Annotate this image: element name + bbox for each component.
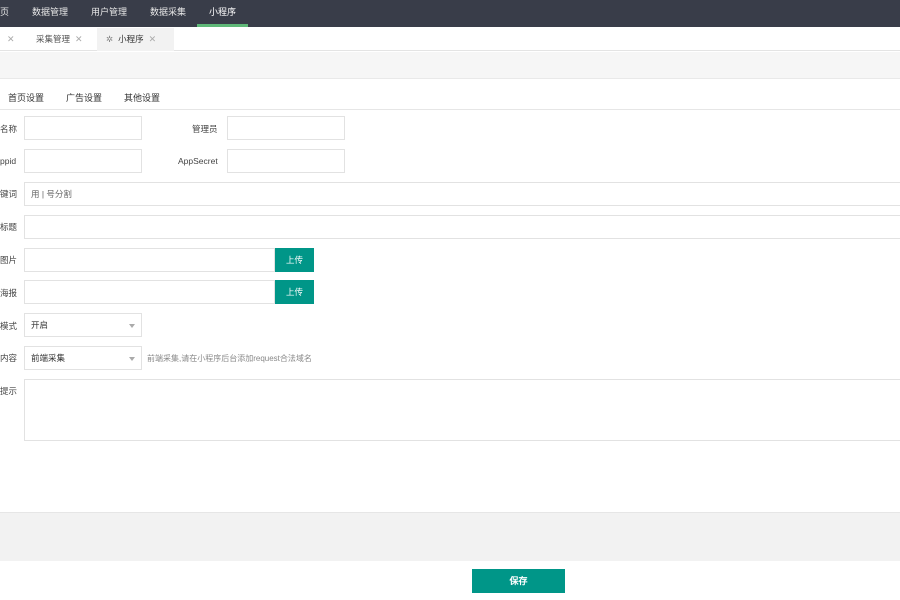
admin-input[interactable] [227,116,345,140]
close-icon[interactable]: ✕ [7,34,15,44]
notice-textarea[interactable] [24,379,900,441]
name-input[interactable] [24,116,142,140]
tab-mini-program[interactable]: ✲ 小程序 ✕ [97,28,174,51]
image-label: 图片 [0,255,18,265]
tab-other-settings[interactable]: 其他设置 [124,91,160,104]
notice-label: 提示 [0,386,18,396]
caret-down-icon [129,357,135,361]
top-nav: 页 数据管理 用户管理 数据采集 小程序 [0,0,900,27]
close-icon[interactable]: ✕ [149,34,157,44]
tab-label: 小程序 [118,34,144,44]
keywords-label: 键词 [0,189,18,199]
nav-item-user-management[interactable]: 用户管理 [91,0,127,27]
content-select-value: 前端采集 [31,353,66,363]
appsecret-label: AppSecret [178,156,218,166]
admin-label: 管理员 [192,124,218,134]
name-label: 名称 [0,124,18,134]
image-upload-button[interactable]: 上传 [275,248,314,272]
nav-item-data-management[interactable]: 数据管理 [32,0,68,27]
image-input[interactable] [24,248,275,272]
mode-select[interactable]: 开启 [24,313,142,337]
tab-label: 采集管理 [36,34,71,44]
refresh-icon[interactable]: ✲ [106,34,113,44]
tab-bar: ✕ 采集管理 ✕ ✲ 小程序 ✕ [0,28,900,51]
poster-input[interactable] [24,280,275,304]
nav-item-data-collection[interactable]: 数据采集 [150,0,186,27]
settings-tabs: 首页设置 广告设置 其他设置 [0,84,900,110]
save-button[interactable]: 保存 [472,569,565,593]
tab-home-settings[interactable]: 首页设置 [8,91,44,104]
content-select[interactable]: 前端采集 [24,346,142,370]
caret-down-icon [129,324,135,328]
mode-select-value: 开启 [31,320,49,330]
content-hint: 前端采集,请在小程序后台添加request合法域名 [147,354,312,363]
nav-item-home[interactable]: 页 [0,0,9,27]
appid-label: ppid [0,156,17,166]
nav-active-indicator [197,24,248,27]
appsecret-input[interactable] [227,149,345,173]
nav-item-mini-program[interactable]: 小程序 [209,0,236,27]
poster-label: 海报 [0,288,18,298]
content-label: 内容 [0,353,18,363]
tab-previous[interactable]: ✕ [2,28,20,51]
keywords-input[interactable]: 用 | 号分割 [24,182,900,206]
poster-upload-button[interactable]: 上传 [275,280,314,304]
title-label: 标题 [0,222,18,232]
footer-panel [0,512,900,561]
toolbar-strip [0,52,900,79]
title-input[interactable] [24,215,900,239]
tab-ad-settings[interactable]: 广告设置 [66,91,102,104]
close-icon[interactable]: ✕ [75,34,83,44]
mode-label: 模式 [0,321,18,331]
appid-input[interactable] [24,149,142,173]
tab-collection-management[interactable]: 采集管理 ✕ [36,28,92,51]
